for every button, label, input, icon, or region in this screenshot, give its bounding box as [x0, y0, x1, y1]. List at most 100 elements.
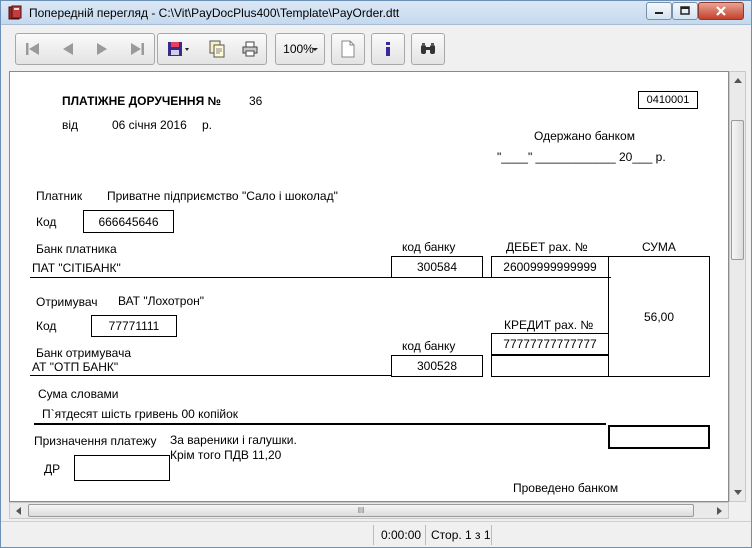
scrollbar-corner	[729, 502, 746, 519]
horizontal-scroll-thumb[interactable]: ‖‖	[28, 504, 694, 517]
bank-code-label: код банку	[402, 240, 456, 254]
payment-order-page: ПЛАТІЖНЕ ДОРУЧЕННЯ № 36 0410001 від 06 с…	[10, 72, 728, 501]
date-suffix: р.	[202, 118, 213, 132]
credit-account: 77777777777777	[491, 333, 609, 355]
arrow-left-icon	[16, 506, 21, 515]
page-icon	[341, 40, 355, 58]
sum-words-underline	[34, 423, 606, 425]
app-icon	[7, 5, 23, 21]
close-button[interactable]	[698, 2, 744, 20]
payer-bank-name: ПАТ "СІТІБАНК"	[32, 261, 121, 275]
dr-box	[74, 455, 170, 481]
arrow-right-icon	[717, 506, 722, 515]
recipient-label: Отримувач	[36, 295, 98, 309]
find-button[interactable]	[411, 33, 445, 65]
recipient-bank-name: АТ "ОТП БАНК"	[32, 360, 119, 374]
credit-label: КРЕДИТ рах. №	[504, 318, 594, 332]
document-heading: ПЛАТІЖНЕ ДОРУЧЕННЯ №	[62, 94, 221, 108]
minimize-button[interactable]	[646, 2, 672, 20]
save-button[interactable]	[160, 35, 198, 63]
info-button[interactable]	[371, 33, 405, 65]
binoculars-icon	[421, 43, 435, 54]
amount-box: 56,00	[608, 256, 710, 377]
status-divider	[491, 525, 492, 545]
vat-box	[608, 425, 710, 449]
processed-label: Проведено банком	[513, 481, 619, 495]
window-title: Попередній перегляд - C:\Vit\PayDocPlus4…	[29, 6, 400, 20]
sum-label: СУМА	[642, 240, 676, 254]
document-number: 36	[249, 94, 263, 108]
last-page-icon	[130, 43, 144, 55]
file-group	[157, 33, 267, 65]
document-date: 06 січня 2016	[112, 118, 187, 132]
print-icon	[242, 41, 258, 57]
sum-words-label: Сума словами	[38, 387, 119, 401]
preview-window: Попередній перегляд - C:\Vit\PayDocPlus4…	[0, 0, 752, 548]
recipient-bank-code: 300528	[391, 355, 483, 377]
payer-bank-label: Банк платника	[36, 242, 117, 256]
page-setup-button[interactable]	[331, 33, 365, 65]
payer-label: Платник	[36, 189, 83, 203]
recipient-bank-underline	[30, 375, 392, 376]
arrow-up-icon	[733, 78, 742, 83]
sum-in-words: П`ятдесят шість гривень 00 копійок	[42, 407, 239, 421]
form-code: 0410001	[638, 91, 698, 109]
vertical-scrollbar[interactable]	[729, 71, 746, 502]
payer-code-label: Код	[36, 215, 57, 229]
toolbar: 100%	[9, 29, 745, 69]
dr-label: ДР	[44, 462, 61, 476]
recipient-code: 77771111	[91, 315, 177, 337]
status-divider	[425, 525, 426, 545]
status-bar: 0:00:00 Стор. 1 з 1	[1, 521, 751, 547]
save-icon	[168, 42, 190, 56]
debit-account: 26009999999999	[491, 256, 609, 278]
vertical-scroll-thumb[interactable]	[731, 120, 744, 260]
zoom-value: 100%	[283, 42, 314, 56]
scroll-right-button[interactable]	[711, 503, 728, 518]
maximize-button[interactable]	[672, 2, 698, 20]
next-page-button[interactable]	[88, 35, 116, 63]
purpose-line-1: За вареники і галушки.	[170, 433, 297, 447]
horizontal-scrollbar[interactable]: ‖‖	[9, 502, 729, 519]
first-page-button[interactable]	[19, 35, 47, 63]
payer-bank-code: 300584	[391, 256, 483, 278]
prev-page-button[interactable]	[54, 35, 82, 63]
received-label: Одержано банком	[534, 129, 635, 143]
print-button[interactable]	[236, 35, 264, 63]
recipient-bank-label: Банк отримувача	[36, 346, 132, 360]
title-bar[interactable]: Попередній перегляд - C:\Vit\PayDocPlus4…	[1, 1, 751, 25]
payer-name: Приватне підприємство "Сало і шоколад"	[107, 189, 338, 203]
prev-page-icon	[62, 43, 73, 55]
maximize-icon	[680, 6, 690, 15]
status-time: 0:00:00	[381, 528, 422, 542]
scroll-up-button[interactable]	[730, 72, 745, 89]
minimize-icon	[655, 12, 663, 14]
purpose-label: Призначення платежу	[34, 434, 157, 448]
arrow-down-icon	[733, 490, 742, 495]
recipient-code-label: Код	[36, 319, 57, 333]
first-page-icon	[26, 43, 40, 55]
navigation-group	[15, 33, 155, 65]
status-page: Стор. 1 з 1	[431, 528, 491, 542]
document-viewport[interactable]: ПЛАТІЖНЕ ДОРУЧЕННЯ № 36 0410001 від 06 с…	[9, 71, 729, 502]
payer-code: 666645646	[83, 210, 174, 233]
info-icon	[386, 42, 390, 56]
next-page-icon	[97, 43, 108, 55]
recipient-bank-code-label: код банку	[402, 339, 456, 353]
zoom-dropdown[interactable]: 100%	[275, 33, 325, 65]
status-divider	[373, 525, 374, 545]
copy-icon	[209, 40, 225, 58]
copy-button[interactable]	[203, 35, 231, 63]
recipient-name: ВАТ "Лохотрон"	[118, 294, 205, 308]
scroll-down-button[interactable]	[730, 484, 745, 501]
received-date-line: "____" ____________ 20___ р.	[497, 150, 666, 164]
date-prefix: від	[62, 118, 79, 132]
grip-icon: ‖‖	[357, 506, 365, 515]
amount-value: 56,00	[643, 309, 675, 324]
chevron-down-icon	[312, 48, 318, 51]
close-icon	[716, 6, 726, 16]
purpose-line-2: Крім того ПДВ 11,20	[170, 448, 282, 462]
scroll-left-button[interactable]	[10, 503, 27, 518]
credit-account-extra	[491, 355, 609, 377]
last-page-button[interactable]	[123, 35, 151, 63]
